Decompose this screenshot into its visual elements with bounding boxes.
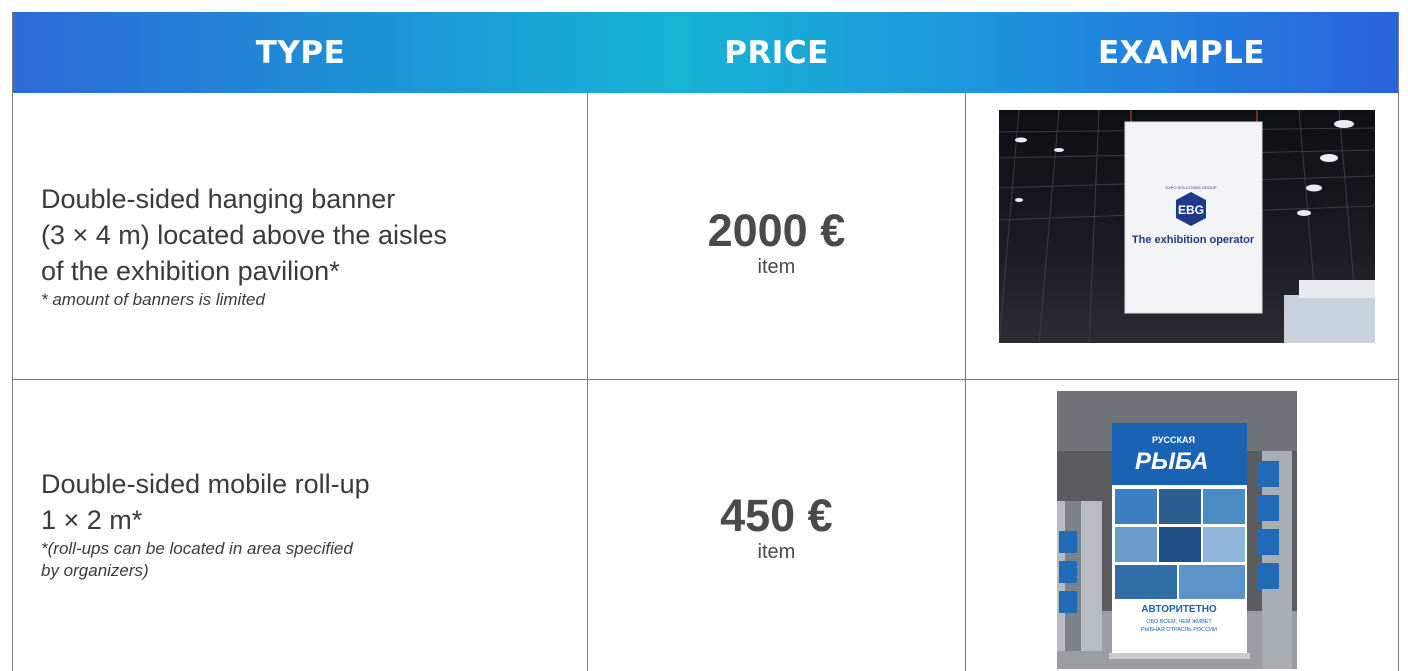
- header-example: EXAMPLE: [1097, 34, 1266, 71]
- hanging-banner-photo: EBG EXPO SOLUTIONS GROUP The exhibition …: [998, 110, 1375, 343]
- rollup-title-small: РУССКАЯ: [1152, 435, 1195, 445]
- example-cell: РУССКАЯ РЫБА АВТОРИТЕТНО ОБО ВСЕМ, ЧЕМ Ж…: [966, 380, 1398, 671]
- header-type: TYPE: [255, 34, 346, 71]
- rollup-sub1: ОБО ВСЕМ, ЧЕМ ЖИВЕТ: [1146, 619, 1212, 625]
- table-row: Double-sided mobile roll-up 1 × 2 m* *(r…: [13, 380, 1398, 671]
- type-note: * amount of banners is limited: [41, 290, 265, 309]
- price-cell: 2000 € item: [588, 93, 966, 379]
- type-cell: Double-sided mobile roll-up 1 × 2 m* *(r…: [13, 380, 589, 671]
- price-value: 450 €: [720, 490, 833, 541]
- banner-logo-small: EXPO SOLUTIONS GROUP: [1165, 185, 1216, 190]
- banner-logo: EBG: [1178, 203, 1204, 217]
- rollup-photo: РУССКАЯ РЫБА АВТОРИТЕТНО ОБО ВСЕМ, ЧЕМ Ж…: [1056, 391, 1297, 669]
- table-row: Double-sided hanging banner (3 × 4 m) lo…: [13, 93, 1398, 380]
- rollup-sub2: РЫБНАЯ ОТРАСЛЬ РОССИИ: [1141, 627, 1217, 633]
- type-note: *(roll-ups can be located in area specif…: [41, 539, 353, 580]
- table-header: TYPE PRICE EXAMPLE: [13, 12, 1398, 93]
- type-description: Double-sided mobile roll-up 1 × 2 m*: [41, 469, 370, 535]
- price-cell: 450 € item: [588, 380, 966, 671]
- rollup-title-big: РЫБА: [1135, 448, 1208, 475]
- header-price: PRICE: [724, 34, 829, 71]
- type-description: Double-sided hanging banner (3 × 4 m) lo…: [41, 184, 447, 286]
- pricing-table: TYPE PRICE EXAMPLE Double-sided hanging …: [12, 12, 1399, 671]
- banner-caption: The exhibition operator: [1132, 234, 1255, 246]
- type-cell: Double-sided hanging banner (3 × 4 m) lo…: [13, 93, 589, 379]
- price-unit: item: [757, 541, 796, 563]
- price-value: 2000 €: [707, 205, 846, 256]
- rollup-slogan: АВТОРИТЕТНО: [1141, 604, 1217, 615]
- price-unit: item: [757, 256, 796, 278]
- example-cell: EBG EXPO SOLUTIONS GROUP The exhibition …: [966, 93, 1398, 379]
